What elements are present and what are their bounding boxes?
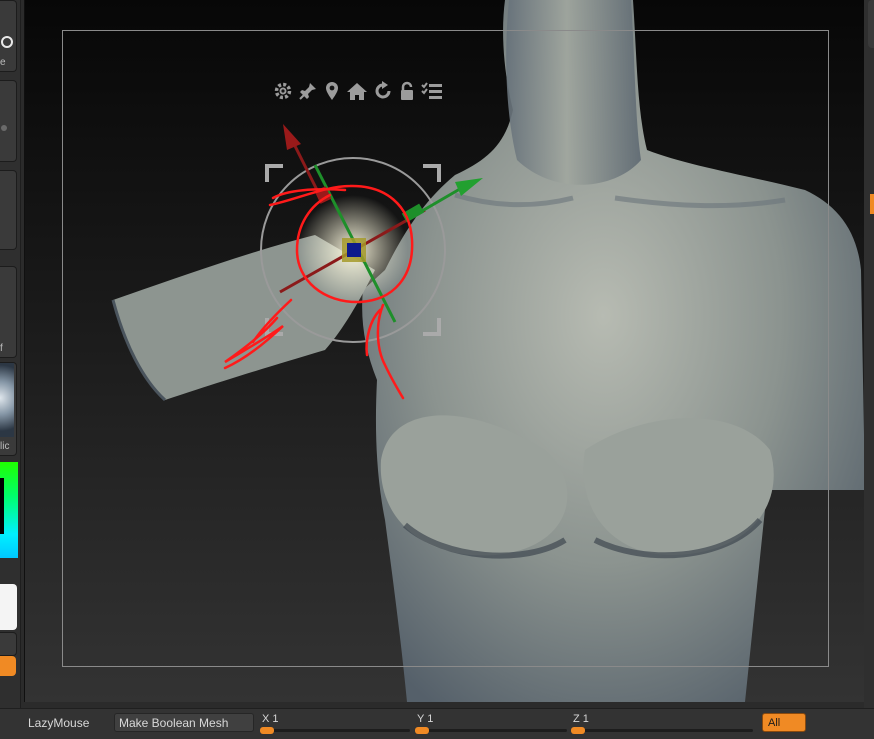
material-thumbnail[interactable]: lic [0,362,17,456]
tray-button-5[interactable] [0,632,17,656]
right-tray-button-1[interactable] [868,0,874,48]
viewport-canvas[interactable] [24,0,865,702]
y-axis-slider-thumb[interactable] [415,727,429,734]
gizmo-red-arrowhead[interactable] [283,124,301,150]
right-tray [864,0,874,708]
dot-icon [1,125,7,131]
z-axis-label: Z 1 [573,713,589,725]
tray-label-2: f [0,343,3,354]
circle-icon [1,36,13,48]
all-button[interactable]: All [762,713,806,732]
lock-icon[interactable] [398,81,416,101]
z-axis-slider-track[interactable] [573,729,753,732]
gizmo-toolbar [273,81,443,101]
tray-label-1: e [0,57,6,68]
x-axis-slider-thumb[interactable] [260,727,274,734]
tray-button-3[interactable] [0,170,17,250]
y-axis-label: Y 1 [417,713,434,725]
tray-button-1[interactable]: e [0,0,17,72]
home-icon[interactable] [346,81,368,101]
tray-label-3: lic [0,441,10,452]
color-picker[interactable] [0,462,18,558]
color-swatch-main[interactable] [0,584,17,630]
color-picker-dark-strip [0,478,4,534]
make-boolean-mesh-button[interactable]: Make Boolean Mesh [114,713,254,732]
x-axis-label: X 1 [262,713,279,725]
x-axis-slider-track[interactable] [262,729,410,732]
y-axis-slider-track[interactable] [417,729,567,732]
list-icon[interactable] [421,81,443,101]
left-tray: e f lic [0,0,21,708]
reset-rotate-icon[interactable] [373,81,393,101]
pin-icon[interactable] [298,81,318,101]
tray-button-2[interactable] [0,80,17,162]
lazymouse-button[interactable]: LazyMouse [28,716,89,730]
accent-button[interactable] [0,656,16,676]
gear-icon[interactable] [273,81,293,101]
bottom-status-bar: LazyMouse Make Boolean Mesh X 1 Y 1 Z 1 … [0,708,874,739]
location-marker-icon[interactable] [323,81,341,101]
tray-button-4[interactable]: f [0,266,17,358]
sculpt-scene [111,0,865,702]
material-sphere [0,363,14,437]
z-axis-slider-thumb[interactable] [571,727,585,734]
right-tray-accent[interactable] [870,194,874,214]
gizmo-pivot-core[interactable] [347,243,361,257]
neck-mesh [506,0,641,185]
